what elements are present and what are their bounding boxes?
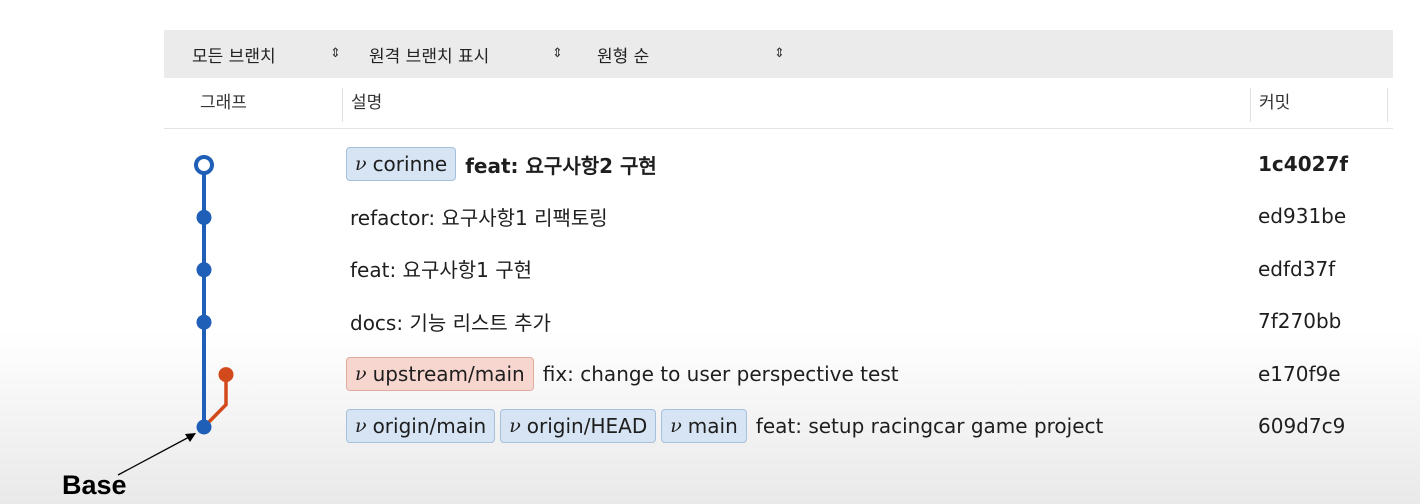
- commit-hash[interactable]: ed931be: [1258, 196, 1346, 236]
- branch-icon: ν: [670, 415, 682, 437]
- commit-hash[interactable]: 7f270bb: [1258, 301, 1341, 341]
- chevron-updown-icon: ⇕: [552, 46, 563, 61]
- branch-icon: ν: [509, 415, 521, 437]
- commit-row[interactable]: ν corinne feat: 요구사항2 구현: [346, 144, 657, 184]
- branch-badge-label: origin/main: [372, 414, 487, 438]
- branch-badge[interactable]: ν main: [661, 409, 747, 443]
- commit-hash[interactable]: 609d7c9: [1258, 406, 1345, 446]
- column-header: 그래프 설명 커밋: [164, 80, 1393, 129]
- commit-message: fix: change to user perspective test: [542, 361, 899, 386]
- base-annotation-arrow: [117, 433, 196, 476]
- commit-message: refactor: 요구사항1 리팩토링: [350, 205, 608, 230]
- chevron-updown-icon: ⇕: [330, 46, 341, 61]
- remote-filter-label: 원격 브랜치 표시: [369, 46, 490, 67]
- commit-row[interactable]: feat: 요구사항1 구현: [346, 249, 532, 289]
- chevron-updown-icon: ⇕: [774, 46, 785, 61]
- graph-toolbar: 모든 브랜치 ⇕ 원격 브랜치 표시 ⇕ 원형 순 ⇕: [164, 30, 1393, 78]
- column-divider[interactable]: [1250, 88, 1251, 122]
- commit-message: feat: setup racingcar game project: [755, 414, 1104, 438]
- column-header-description[interactable]: 설명: [351, 80, 382, 128]
- branch-icon: ν: [355, 415, 367, 437]
- commit-hash[interactable]: 1c4027f: [1258, 144, 1348, 184]
- branch-icon: ν: [355, 153, 367, 175]
- commit-row[interactable]: docs: 기능 리스트 추가: [346, 301, 551, 341]
- commit-row[interactable]: ν upstream/main fix: change to user perspe…: [346, 354, 899, 394]
- commit-hash[interactable]: edfd37f: [1258, 249, 1335, 289]
- column-header-commit[interactable]: 커밋: [1259, 80, 1290, 128]
- remote-branch-filter-select[interactable]: 원격 브랜치 표시 ⇕: [369, 30, 579, 78]
- commit-row[interactable]: refactor: 요구사항1 리팩토링: [346, 196, 608, 236]
- commit-message: docs: 기능 리스트 추가: [350, 310, 551, 335]
- branch-badge-label: upstream/main: [372, 361, 525, 386]
- commit-row[interactable]: ν origin/main ν origin/HEAD ν main feat: setup…: [346, 406, 1103, 446]
- column-divider[interactable]: [1387, 88, 1388, 122]
- commit-hash[interactable]: e170f9e: [1258, 354, 1341, 394]
- order-select[interactable]: 원형 순 ⇕: [597, 30, 797, 78]
- column-divider[interactable]: [342, 88, 343, 122]
- branch-badge[interactable]: ν origin/main: [346, 409, 496, 443]
- commit-message: feat: 요구사항2 구현: [465, 153, 657, 178]
- commit-message: feat: 요구사항1 구현: [350, 258, 533, 283]
- branch-badge[interactable]: ν upstream/main: [346, 356, 534, 391]
- branch-badge[interactable]: ν corinne: [346, 147, 457, 181]
- branch-badge-label: corinne: [372, 152, 448, 176]
- branch-icon: ν: [355, 362, 367, 385]
- branch-badge[interactable]: ν origin/HEAD: [500, 409, 657, 443]
- branch-badge-label: origin/HEAD: [526, 414, 648, 438]
- order-filter-label: 원형 순: [597, 46, 650, 67]
- branch-badge-label: main: [687, 414, 738, 438]
